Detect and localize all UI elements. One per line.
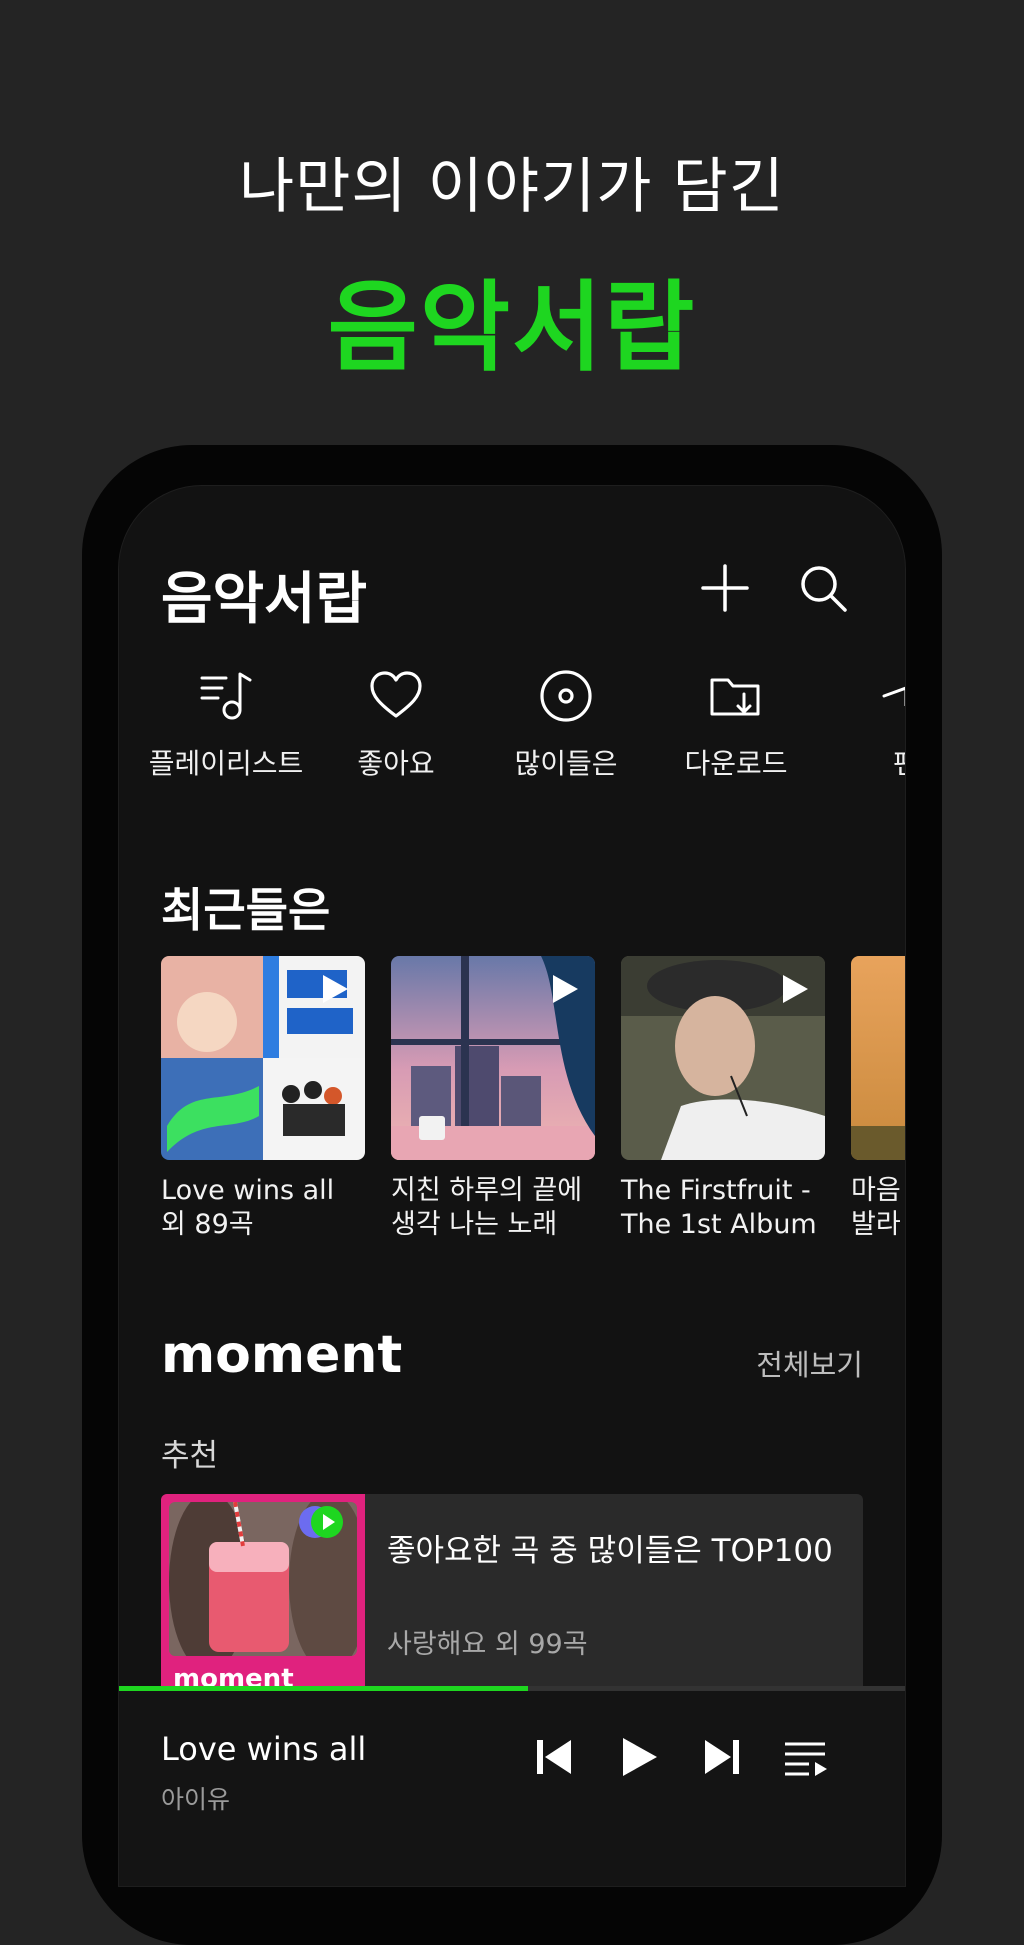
- playlist-music-icon: [200, 672, 252, 720]
- mini-player[interactable]: Love wins all 아이유: [119, 1686, 905, 1886]
- recommendation-image: [169, 1502, 357, 1656]
- album-card[interactable]: 지친 하루의 끝에 생각 나는 노래: [391, 956, 595, 1242]
- search-button[interactable]: [793, 558, 853, 618]
- album-subtitle-line: 생각 나는 노래: [391, 1209, 558, 1240]
- quick-label-like: 좋아요: [357, 747, 435, 780]
- next-icon: [705, 1740, 739, 1774]
- album-title-line: Love wins all: [161, 1175, 335, 1206]
- quick-menu: 플레이리스트 좋아요 많이들은 다운로드: [119, 666, 905, 806]
- album-card[interactable]: The Firstfruit - The 1st Album: [621, 956, 825, 1242]
- album-subtitle-line: 발라: [851, 1209, 901, 1240]
- promo-line-1: 나만의 이야기가 담긴: [239, 152, 785, 222]
- add-button[interactable]: [695, 558, 755, 618]
- previous-icon: [537, 1740, 571, 1774]
- recent-albums: Love wins all 외 89곡 지친 하루의 끝에 생각 나는 노래 T…: [161, 956, 905, 1256]
- quick-label-download: 다운로드: [684, 747, 788, 780]
- now-playing-title: Love wins all: [161, 1730, 367, 1768]
- queue-button[interactable]: [781, 1732, 831, 1782]
- album-cover: [621, 956, 825, 1160]
- quick-item-playlist[interactable]: 플레이리스트: [141, 666, 311, 782]
- page-title: 음악서랍: [161, 567, 368, 632]
- moment-wordmark: moment: [161, 1325, 402, 1385]
- album-card[interactable]: 마음 발라: [851, 956, 905, 1242]
- quick-label-fan: 팬: [821, 742, 905, 782]
- quick-item-like[interactable]: 좋아요: [311, 666, 481, 782]
- plus-icon: [701, 564, 749, 612]
- see-all-link[interactable]: 전체보기: [756, 1342, 863, 1384]
- quick-item-download[interactable]: 다운로드: [651, 666, 821, 782]
- album-subtitle-line: The 1st Album: [621, 1209, 817, 1240]
- moment-logo-text: moment: [161, 1328, 402, 1384]
- recommend-label: 추천: [161, 1438, 219, 1474]
- album-title: 지친 하루의 끝에 생각 나는 노래: [391, 1174, 595, 1242]
- recommendation-subtitle: 사랑해요 외 99곡: [387, 1629, 588, 1660]
- quick-label-most-played: 많이들은: [514, 747, 618, 780]
- next-button[interactable]: [697, 1732, 747, 1782]
- moment-logo: moment: [161, 1325, 421, 1388]
- recommendation-thumb: moment: [161, 1494, 365, 1694]
- quick-item-most-played[interactable]: 많이들은: [481, 666, 651, 782]
- play-icon: [623, 1738, 657, 1776]
- queue-list-icon: [785, 1742, 827, 1776]
- now-playing-artist: 아이유: [161, 1785, 231, 1814]
- progress-bar[interactable]: [119, 1686, 905, 1691]
- recent-section-title: 최근들은: [161, 883, 331, 937]
- play-icon[interactable]: [777, 972, 811, 1006]
- album-card[interactable]: Love wins all 외 89곡: [161, 956, 365, 1242]
- previous-button[interactable]: [529, 1732, 579, 1782]
- album-cover: [391, 956, 595, 1160]
- album-cover: [851, 956, 905, 1160]
- album-title: 마음 발라: [851, 1174, 905, 1242]
- recommendation-card[interactable]: moment 좋아요한 곡 중 많이들은 TOP100 사랑해요 외 99곡: [161, 1494, 863, 1694]
- quick-item-fan[interactable]: 팬: [821, 666, 905, 782]
- folder-download-icon: [710, 678, 760, 716]
- play-icon[interactable]: [317, 972, 351, 1006]
- album-title-line: The Firstfruit -: [621, 1175, 811, 1206]
- album-title: Love wins all 외 89곡: [161, 1174, 365, 1242]
- play-icon[interactable]: [547, 972, 581, 1006]
- play-button[interactable]: [613, 1732, 663, 1782]
- album-cover: [161, 956, 365, 1160]
- album-subtitle-line: 외 89곡: [161, 1209, 254, 1240]
- search-icon: [801, 566, 847, 612]
- album-title-line: 지친 하루의 끝에: [391, 1175, 583, 1206]
- heart-icon: [370, 671, 422, 718]
- recommendation-title: 좋아요한 곡 중 많이들은 TOP100: [387, 1533, 833, 1569]
- phone-screen: 음악서랍 플레이리스트 좋아요 많이들은 다운로드 최근들은 Love wins…: [118, 485, 906, 1887]
- disc-icon: [540, 670, 592, 722]
- app-header: 음악서랍: [161, 548, 863, 632]
- album-title-line: 마음: [851, 1175, 901, 1206]
- progress-fill: [119, 1686, 528, 1691]
- album-title: The Firstfruit - The 1st Album: [621, 1174, 825, 1242]
- partial-icon: [882, 686, 905, 706]
- quick-label-playlist: 플레이리스트: [148, 747, 304, 780]
- promo-line-2: 음악서랍: [327, 271, 697, 385]
